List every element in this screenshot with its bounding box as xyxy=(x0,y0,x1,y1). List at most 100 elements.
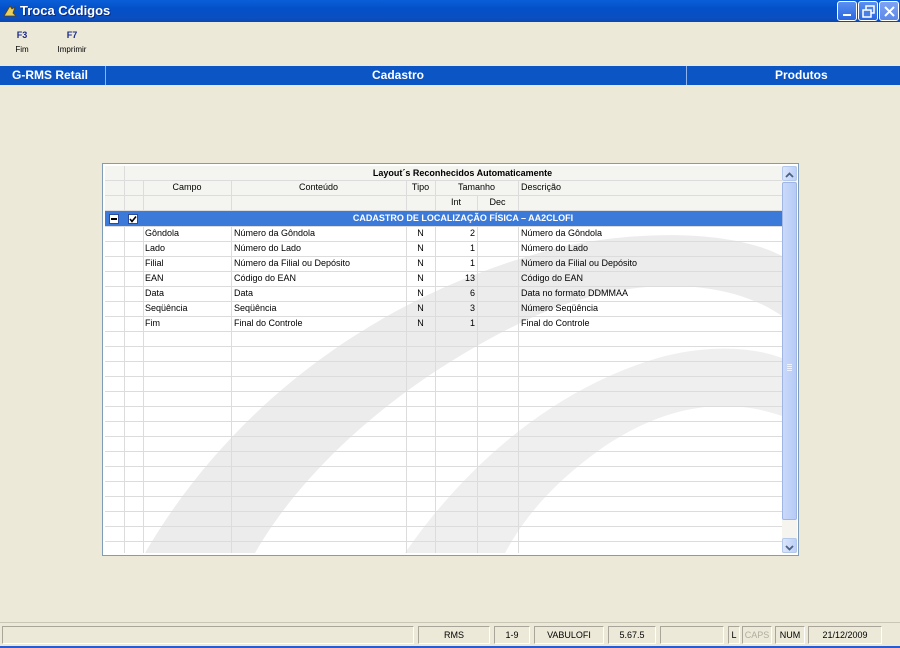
chevron-up-icon xyxy=(785,172,794,178)
column-header-tipo[interactable]: Tipo xyxy=(406,181,435,194)
title-bar[interactable]: Troca Códigos xyxy=(0,0,900,22)
cell-conteudo[interactable]: Número da Gôndola xyxy=(234,226,404,241)
table-row[interactable]: EAN Código do EAN N 13 Código do EAN xyxy=(105,271,782,286)
cell-int[interactable]: 3 xyxy=(435,301,475,316)
cell-tipo[interactable]: N xyxy=(406,271,435,286)
toolbar-key-f7: F7 xyxy=(66,30,78,40)
column-header-campo[interactable]: Campo xyxy=(143,181,231,194)
column-header-tamanho[interactable]: Tamanho xyxy=(435,181,518,194)
column-header-int[interactable]: Int xyxy=(435,196,477,209)
cell-descricao[interactable]: Número do Lado xyxy=(521,241,779,256)
cell-int[interactable]: 13 xyxy=(435,271,475,286)
cell-campo[interactable]: Data xyxy=(145,286,229,301)
column-header-conteudo[interactable]: Conteúdo xyxy=(231,181,406,194)
grid-line xyxy=(105,541,782,542)
cell-campo[interactable]: Fim xyxy=(145,316,229,331)
table-row[interactable]: Gôndola Número da Gôndola N 2 Número da Gônd… xyxy=(105,226,782,241)
minus-icon xyxy=(111,218,117,220)
cell-int[interactable]: 1 xyxy=(435,241,475,256)
scroll-down-button[interactable] xyxy=(782,538,797,553)
column-header-dec[interactable]: Dec xyxy=(477,196,518,209)
grid-line xyxy=(105,466,782,467)
status-date: 21/12/2009 xyxy=(808,626,882,644)
cell-campo[interactable]: Gôndola xyxy=(145,226,229,241)
cell-tipo[interactable]: N xyxy=(406,256,435,271)
group-row-aa2clofi[interactable]: CADASTRO DE LOCALIZAÇÃO FÍSICA – AA2CLOF… xyxy=(105,211,782,226)
cell-descricao[interactable]: Número da Filial ou Depósito xyxy=(521,256,779,271)
status-system: RMS xyxy=(418,626,490,644)
band-separator xyxy=(105,66,106,85)
grid-line xyxy=(105,421,782,422)
cell-conteudo[interactable]: Final do Controle xyxy=(234,316,404,331)
group-checkbox[interactable] xyxy=(128,214,138,224)
table-row[interactable]: Data Data N 6 Data no formato DDMMAA xyxy=(105,286,782,301)
cell-descricao[interactable]: Número da Gôndola xyxy=(521,226,779,241)
cell-campo[interactable]: Lado xyxy=(145,241,229,256)
cell-conteudo[interactable]: Código do EAN xyxy=(234,271,404,286)
restore-button[interactable] xyxy=(858,1,878,21)
grid-line xyxy=(105,481,782,482)
cell-conteudo[interactable]: Data xyxy=(234,286,404,301)
band-separator xyxy=(686,66,687,85)
group-title: CADASTRO DE LOCALIZAÇÃO FÍSICA – AA2CLOF… xyxy=(352,213,574,223)
cell-tipo[interactable]: N xyxy=(406,226,435,241)
status-message xyxy=(2,626,414,644)
grid-line xyxy=(105,376,782,377)
toolbar-imprimir-button[interactable]: F7 Imprimir xyxy=(50,30,94,54)
layouts-grid-panel: Layout´s Reconhecidos Automaticamente Ca… xyxy=(102,163,799,556)
grid-line xyxy=(105,331,782,332)
grid-title: Layout´s Reconhecidos Automaticamente xyxy=(372,168,553,178)
status-program: VABULOFI xyxy=(534,626,604,644)
cell-campo[interactable]: EAN xyxy=(145,271,229,286)
layouts-grid[interactable]: Layout´s Reconhecidos Automaticamente Ca… xyxy=(105,166,782,553)
cell-descricao[interactable]: Número Seqüência xyxy=(521,301,779,316)
band-module: Cadastro xyxy=(372,68,425,82)
grid-line xyxy=(105,451,782,452)
cell-int[interactable]: 2 xyxy=(435,226,475,241)
status-caps: CAPS xyxy=(742,626,772,644)
table-row[interactable]: Fim Final do Controle N 1 Final do Controle xyxy=(105,316,782,331)
cell-tipo[interactable]: N xyxy=(406,241,435,256)
toolbar-label-imprimir: Imprimir xyxy=(57,45,87,54)
collapse-toggle[interactable] xyxy=(109,214,119,224)
header-band: G-RMS Retail Cadastro Produtos xyxy=(0,66,900,85)
grid-line xyxy=(105,346,782,347)
cell-campo[interactable]: Seqüência xyxy=(145,301,229,316)
cell-tipo[interactable]: N xyxy=(406,301,435,316)
toolbar-fim-button[interactable]: F3 Fim xyxy=(8,30,36,54)
cell-conteudo[interactable]: Seqüência xyxy=(234,301,404,316)
cell-conteudo[interactable]: Número da Filial ou Depósito xyxy=(234,256,404,271)
scroll-up-button[interactable] xyxy=(782,166,797,181)
column-header-descricao[interactable]: Descrição xyxy=(521,181,561,194)
vertical-scrollbar[interactable] xyxy=(782,166,797,553)
restore-icon xyxy=(862,5,875,18)
grid-line xyxy=(105,526,782,527)
toolbar: F3 Fim F7 Imprimir xyxy=(0,22,900,66)
cell-descricao[interactable]: Final do Controle xyxy=(521,316,779,331)
status-page: 1-9 xyxy=(494,626,530,644)
minimize-icon xyxy=(843,14,851,16)
cell-int[interactable]: 1 xyxy=(435,256,475,271)
cell-int[interactable]: 1 xyxy=(435,316,475,331)
status-empty xyxy=(660,626,724,644)
close-button[interactable] xyxy=(879,1,899,21)
status-num: NUM xyxy=(775,626,805,644)
grid-line xyxy=(105,511,782,512)
cell-conteudo[interactable]: Número do Lado xyxy=(234,241,404,256)
table-row[interactable]: Lado Número do Lado N 1 Número do Lado xyxy=(105,241,782,256)
minimize-button[interactable] xyxy=(837,1,857,21)
cell-campo[interactable]: Filial xyxy=(145,256,229,271)
cell-int[interactable]: 6 xyxy=(435,286,475,301)
cell-descricao[interactable]: Código do EAN xyxy=(521,271,779,286)
band-product-name: G-RMS Retail xyxy=(12,68,89,82)
cell-tipo[interactable]: N xyxy=(406,286,435,301)
status-bar: RMS 1-9 VABULOFI 5.67.5 L CAPS NUM 21/12… xyxy=(0,622,900,646)
cell-descricao[interactable]: Data no formato DDMMAA xyxy=(521,286,779,301)
toolbar-label-fim: Fim xyxy=(15,45,29,54)
table-row[interactable]: Filial Número da Filial ou Depósito N 1 Núme… xyxy=(105,256,782,271)
cell-tipo[interactable]: N xyxy=(406,316,435,331)
window-title: Troca Códigos xyxy=(20,3,111,18)
table-row[interactable]: Seqüência Seqüência N 3 Número Seqüência xyxy=(105,301,782,316)
scroll-thumb[interactable] xyxy=(782,182,797,520)
status-version: 5.67.5 xyxy=(608,626,656,644)
